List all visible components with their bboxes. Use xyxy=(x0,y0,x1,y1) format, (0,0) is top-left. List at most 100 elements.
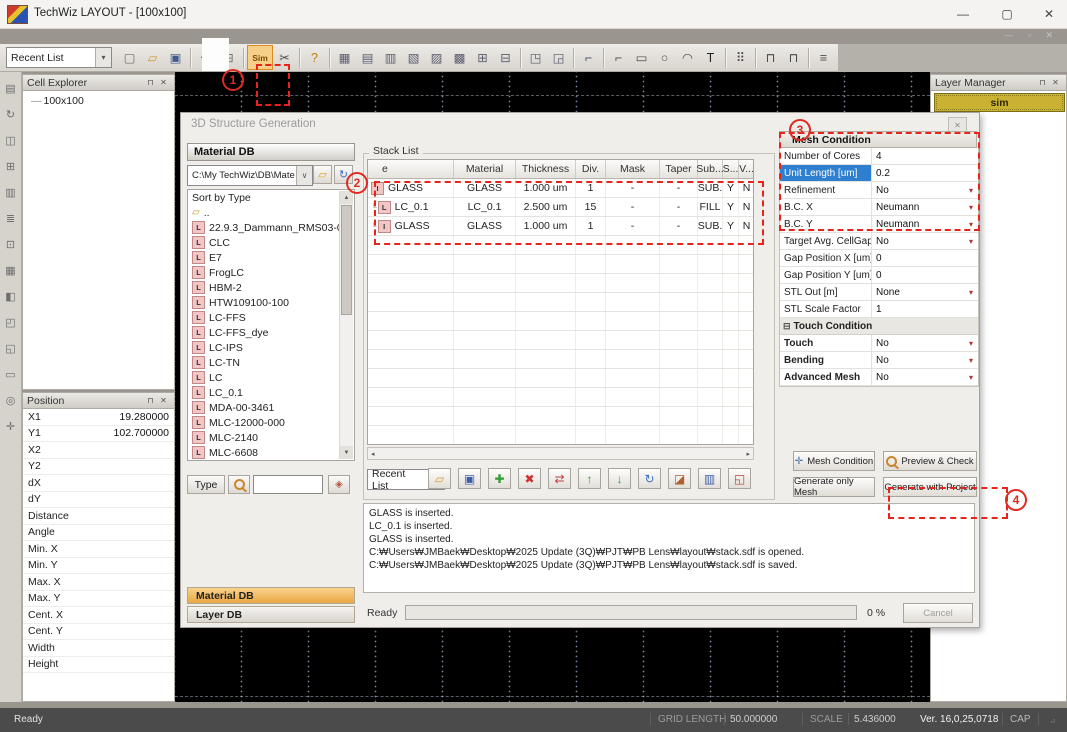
sliders-icon[interactable]: ≡ xyxy=(812,47,835,69)
mirror-icon[interactable]: ◫ xyxy=(2,130,20,151)
material-item[interactable]: LLC_0.1 xyxy=(188,385,354,400)
mesh-row-gap-position-x-um-[interactable]: Gap Position X [um]0 xyxy=(780,250,978,267)
apply-material-button[interactable]: ◈ xyxy=(328,475,350,494)
mesh-value[interactable]: No xyxy=(872,352,964,368)
measure-icon[interactable]: ✛ xyxy=(2,416,20,437)
arc-icon[interactable]: ◠ xyxy=(676,47,699,69)
preview-check-button[interactable]: Preview & Check xyxy=(883,451,977,471)
open-stack-icon[interactable]: ▱ xyxy=(428,468,451,489)
circle-icon[interactable]: ○ xyxy=(653,47,676,69)
move-up-icon[interactable]: ↑ xyxy=(578,468,601,489)
mesh-value[interactable]: 0 xyxy=(872,250,964,266)
array-8-icon[interactable]: ⊟ xyxy=(494,47,517,69)
rotate-icon[interactable]: ↻ xyxy=(2,104,20,125)
material-filter-input[interactable] xyxy=(253,475,323,494)
dropdown-arrow-icon[interactable]: ▾ xyxy=(964,335,978,351)
material-item[interactable]: LHBM-2 xyxy=(188,280,354,295)
tab-layer-db[interactable]: Layer DB xyxy=(187,606,355,623)
open-folder-icon[interactable]: ▱ xyxy=(141,47,164,69)
snap-icon[interactable]: ⊡ xyxy=(2,234,20,255)
material-item[interactable]: LLC-IPS xyxy=(188,340,354,355)
material-item[interactable]: LE7 xyxy=(188,250,354,265)
array-copy-icon[interactable]: ◳ xyxy=(524,47,547,69)
align-icon[interactable]: ◧ xyxy=(2,286,20,307)
material-item[interactable]: LFrogLC xyxy=(188,265,354,280)
material-item[interactable]: LHTW109100-100 xyxy=(188,295,354,310)
material-sort-header[interactable]: Sort by Type xyxy=(188,190,354,205)
layers-icon[interactable]: ≣ xyxy=(2,208,20,229)
material-item[interactable]: LLC-TN xyxy=(188,355,354,370)
mesh-value[interactable]: No xyxy=(872,369,964,385)
array-5-icon[interactable]: ▨ xyxy=(425,47,448,69)
workspace-icon[interactable]: ▤ xyxy=(2,78,20,99)
stack-col-header[interactable]: Div. xyxy=(576,160,606,178)
mdi-window-controls[interactable]: — ▫ ✕ xyxy=(1004,30,1059,41)
save-stack-icon[interactable]: ▣ xyxy=(458,468,481,489)
array-2-icon[interactable]: ▤ xyxy=(356,47,379,69)
stack-col-header[interactable]: Material xyxy=(454,160,516,178)
scroll-right-icon[interactable]: ▸ xyxy=(743,450,753,458)
stack-col-header[interactable]: Thickness xyxy=(516,160,576,178)
zoom-region-icon[interactable]: ◎ xyxy=(2,390,20,411)
select-box-icon[interactable]: ▭ xyxy=(2,364,20,385)
array-4-icon[interactable]: ▧ xyxy=(402,47,425,69)
recent-list-combo[interactable]: Recent List ▾ xyxy=(6,47,112,68)
scroll-up-icon[interactable]: ▲ xyxy=(340,191,353,204)
stack-col-header[interactable]: S... xyxy=(723,160,739,178)
generate-only-mesh-button[interactable]: Generate only Mesh xyxy=(793,477,875,497)
text-icon[interactable]: T xyxy=(699,47,722,69)
wire-bend-icon[interactable]: ⌐ xyxy=(577,47,600,69)
move-down-icon[interactable]: ↓ xyxy=(608,468,631,489)
pin-icon[interactable]: ⊓ xyxy=(144,78,157,87)
polyline-icon[interactable]: ⌐ xyxy=(607,47,630,69)
reload-icon[interactable]: ↻ xyxy=(638,468,661,489)
delete-layer-icon[interactable]: ✖ xyxy=(518,468,541,489)
stack-col-header[interactable]: V... xyxy=(739,160,754,178)
export-stack-icon[interactable]: ◱ xyxy=(728,468,751,489)
close-button[interactable]: ✕ xyxy=(1034,4,1064,24)
array-6-icon[interactable]: ▩ xyxy=(448,47,471,69)
material-item[interactable]: LLC-FFS_dye xyxy=(188,325,354,340)
material-item[interactable]: LMDA-00-3461 xyxy=(188,400,354,415)
close-panel-icon[interactable]: ✕ xyxy=(1049,78,1062,87)
ungroup-icon[interactable]: ◱ xyxy=(2,338,20,359)
mesh-row-touch[interactable]: TouchNo▾ xyxy=(780,335,978,352)
ruler-icon[interactable]: ▥ xyxy=(2,182,20,203)
close-panel-icon[interactable]: ✕ xyxy=(157,78,170,87)
minimize-button[interactable]: — xyxy=(948,4,978,24)
mesh-row-stl-scale-factor[interactable]: STL Scale Factor1 xyxy=(780,301,978,318)
material-item[interactable]: LCLC xyxy=(188,235,354,250)
stack-col-header[interactable]: Sub... xyxy=(698,160,723,178)
new-file-icon[interactable]: ▢ xyxy=(118,47,141,69)
help-icon[interactable]: ? xyxy=(303,47,326,69)
mesh-value[interactable]: 0 xyxy=(872,267,964,283)
array-7-icon[interactable]: ⊞ xyxy=(471,47,494,69)
maximize-button[interactable]: ▢ xyxy=(992,4,1022,24)
material-item[interactable]: LMLC-12000-000 xyxy=(188,415,354,430)
mesh-value[interactable]: None xyxy=(872,284,964,300)
cancel-button[interactable]: Cancel xyxy=(903,603,973,623)
close-panel-icon[interactable]: ✕ xyxy=(157,396,170,405)
material-item[interactable]: LMLC-6608 xyxy=(188,445,354,460)
mesh-row-gap-position-y-um-[interactable]: Gap Position Y [um]0 xyxy=(780,267,978,284)
pin-icon[interactable]: ⊓ xyxy=(144,396,157,405)
rectangle-icon[interactable]: ▭ xyxy=(630,47,653,69)
mesh-value[interactable]: 1 xyxy=(872,301,964,317)
material-up-item[interactable]: ▱.. xyxy=(188,205,354,220)
grid-icon[interactable]: ▦ xyxy=(2,260,20,281)
material-item[interactable]: LLC-FFS xyxy=(188,310,354,325)
dropdown-arrow-icon[interactable]: ▾ xyxy=(964,233,978,249)
material-item[interactable]: LMLC-2140 xyxy=(188,430,354,445)
cell-tree-item[interactable]: — 100x100 xyxy=(23,91,174,107)
layer-sim-button[interactable]: sim xyxy=(934,93,1065,112)
material-path-combo[interactable]: C:\My TechWiz\DB\Mate ∨ xyxy=(187,165,313,186)
port-in-icon[interactable]: ⊓ xyxy=(759,47,782,69)
mesh-row-target-avg-cellgap[interactable]: Target Avg. CellGapNo▾ xyxy=(780,233,978,250)
material-item[interactable]: LLC xyxy=(188,370,354,385)
scrollbar-thumb[interactable] xyxy=(341,205,352,315)
mesh-row-stl-out-m-[interactable]: STL Out [m]None▾ xyxy=(780,284,978,301)
dots-array-icon[interactable]: ⠿ xyxy=(729,47,752,69)
scroll-left-icon[interactable]: ◂ xyxy=(368,450,378,458)
search-material-button[interactable] xyxy=(228,475,250,494)
array-icon[interactable]: ⊞ xyxy=(2,156,20,177)
